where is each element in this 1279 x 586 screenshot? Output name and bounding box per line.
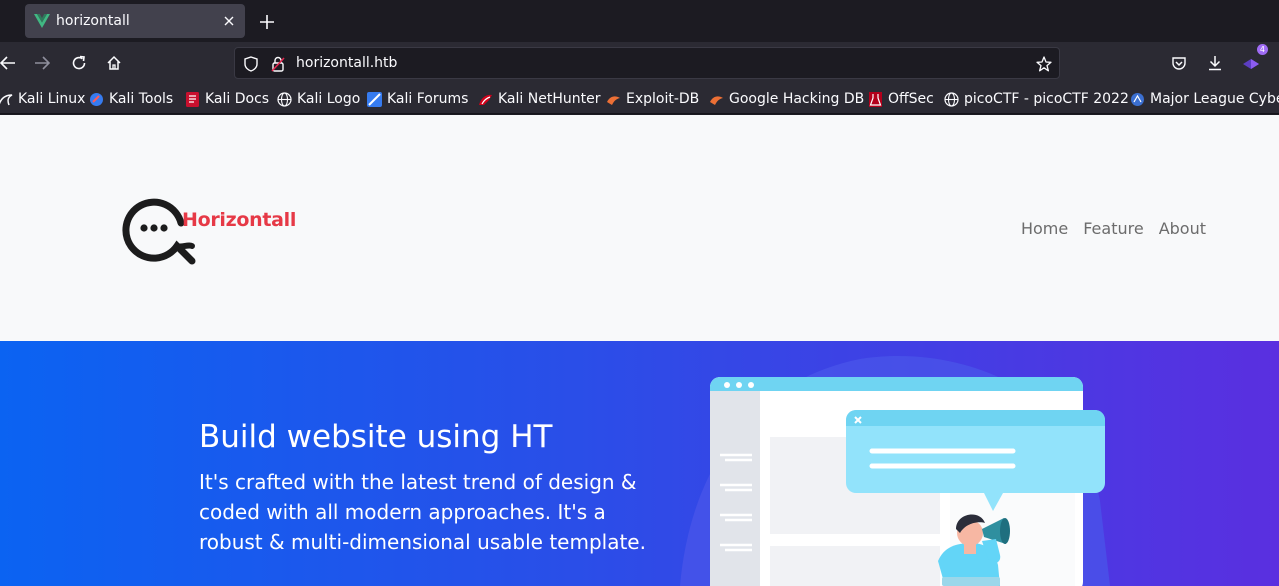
- logo-text[interactable]: Horizontall: [182, 209, 296, 231]
- vue-favicon-icon: [33, 12, 51, 30]
- hero-illustration: [680, 355, 1110, 586]
- nav-link-about[interactable]: About: [1159, 219, 1206, 238]
- bookmark-label: Kali NetHunter: [498, 91, 601, 107]
- kali-forums-icon: [367, 91, 382, 107]
- bookmark-label: Major League Cyber: [1150, 91, 1279, 107]
- mlc-icon: [1130, 92, 1145, 107]
- bookmark-star-icon[interactable]: [1035, 55, 1053, 73]
- nav-link-home[interactable]: Home: [1021, 219, 1068, 238]
- extension-badge: 4: [1256, 44, 1268, 55]
- bookmark-kali-nethunter[interactable]: Kali NetHunter: [478, 90, 600, 108]
- home-icon[interactable]: [102, 51, 126, 75]
- hero-title: Build website using HT: [199, 419, 553, 455]
- bookmark-label: Kali Tools: [109, 91, 174, 107]
- bookmark-label: Kali Docs: [205, 91, 270, 107]
- bookmark-label: Kali Linux: [18, 91, 86, 107]
- bookmark-major-league-cyber[interactable]: Major League Cyber: [1130, 90, 1279, 108]
- close-tab-icon[interactable]: [219, 11, 239, 31]
- bookmarks-toolbar: Kali Linux Kali Tools Kali Docs Kali Log…: [0, 84, 1279, 114]
- reload-icon[interactable]: [67, 51, 91, 75]
- bookmark-kali-linux[interactable]: Kali Linux: [0, 90, 85, 108]
- bookmark-label: OffSec: [888, 91, 934, 107]
- web-page: Horizontall Home Feature About Build web…: [0, 115, 1279, 586]
- bookmark-kali-docs[interactable]: Kali Docs: [185, 90, 269, 108]
- kali-docs-icon: [185, 91, 200, 107]
- insecure-lock-icon[interactable]: [269, 55, 287, 73]
- hero-section: Build website using HT It's crafted with…: [0, 341, 1279, 586]
- site-header: Horizontall Home Feature About: [0, 115, 1279, 341]
- back-arrow-icon[interactable]: [0, 51, 20, 75]
- bookmark-label: Kali Forums: [387, 91, 469, 107]
- bookmark-picoctf[interactable]: picoCTF - picoCTF 2022: [944, 90, 1129, 108]
- ghdb-icon: [709, 92, 724, 107]
- bookmark-kali-logo[interactable]: Kali Logo: [277, 90, 360, 108]
- kali-dragon-icon: [0, 92, 13, 107]
- bookmark-label: Google Hacking DB: [729, 91, 865, 107]
- new-tab-icon[interactable]: [255, 10, 279, 34]
- bookmark-label: picoCTF - picoCTF 2022: [964, 91, 1129, 107]
- url-text: horizontall.htb: [296, 55, 398, 71]
- offsec-icon: [868, 91, 883, 107]
- site-nav: Home Feature About: [1021, 219, 1206, 238]
- downloads-icon[interactable]: [1203, 51, 1227, 75]
- tab-title: horizontall: [56, 13, 130, 29]
- nav-link-feature[interactable]: Feature: [1083, 219, 1143, 238]
- kali-tools-icon: [89, 92, 104, 107]
- shield-icon[interactable]: [242, 55, 260, 73]
- bookmark-kali-tools[interactable]: Kali Tools: [89, 90, 173, 108]
- bookmark-google-hacking-db[interactable]: Google Hacking DB: [709, 90, 864, 108]
- extension-icon[interactable]: 4: [1239, 44, 1268, 75]
- browser-tab[interactable]: horizontall: [25, 4, 245, 38]
- bookmark-label: Kali Logo: [297, 91, 361, 107]
- hero-description: It's crafted with the latest trend of de…: [199, 470, 646, 554]
- exploit-db-icon: [606, 92, 621, 107]
- tab-strip: horizontall: [0, 0, 1279, 42]
- pocket-icon[interactable]: [1167, 51, 1191, 75]
- bookmark-exploit-db[interactable]: Exploit-DB: [606, 90, 699, 108]
- nethunter-icon: [478, 92, 493, 107]
- address-bar[interactable]: horizontall.htb: [234, 47, 1060, 79]
- bookmark-label: Exploit-DB: [626, 91, 700, 107]
- bookmark-kali-forums[interactable]: Kali Forums: [367, 90, 468, 108]
- bookmark-offsec[interactable]: OffSec: [868, 90, 934, 108]
- globe-icon: [944, 91, 959, 107]
- navigation-toolbar: horizontall.htb 4: [0, 42, 1279, 84]
- globe-icon: [277, 91, 292, 107]
- forward-arrow-icon[interactable]: [30, 51, 54, 75]
